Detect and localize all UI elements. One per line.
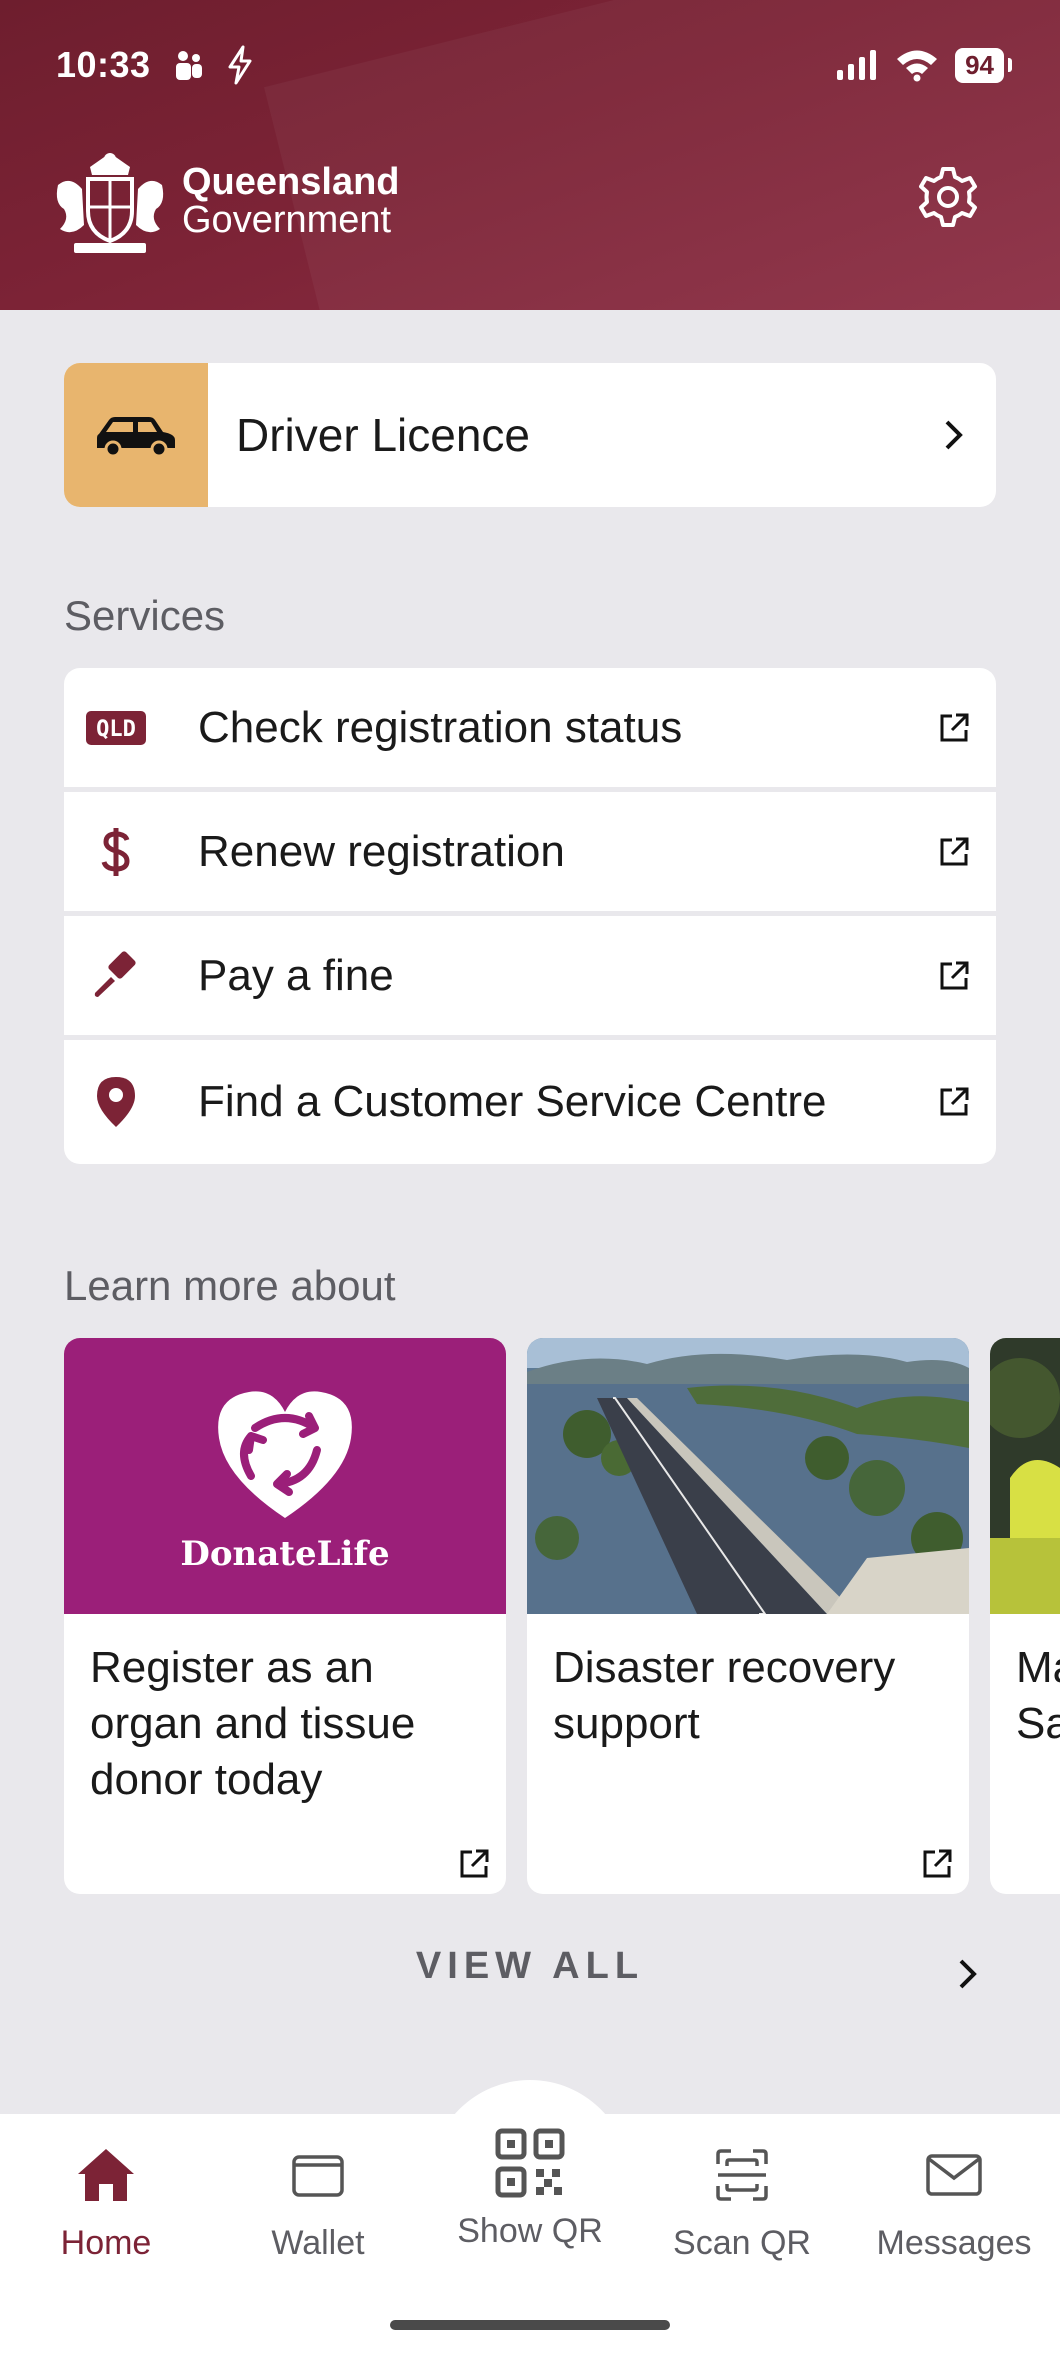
learn-more-heading: Learn more about bbox=[64, 1262, 396, 1309]
external-link-icon bbox=[923, 1849, 952, 1878]
licence-icon-tile bbox=[64, 363, 208, 507]
dollar-icon bbox=[101, 827, 130, 876]
service-check-registration[interactable]: QLD Check registration status bbox=[64, 668, 996, 792]
donatelife-heart-icon bbox=[218, 1391, 352, 1518]
logo-line2: Government bbox=[182, 199, 392, 241]
service-label: Check registration status bbox=[198, 702, 683, 752]
external-link-icon bbox=[940, 713, 969, 741]
nav-home[interactable]: Home bbox=[0, 2140, 212, 2263]
learn-card-label: Register as an organ and tissue donor to… bbox=[90, 1643, 416, 1804]
nav-label: Wallet bbox=[271, 2224, 365, 2262]
service-renew-registration[interactable]: Renew registration bbox=[64, 792, 996, 916]
donatelife-image: DonateLife bbox=[64, 1338, 506, 1614]
home-indicator[interactable] bbox=[390, 2320, 670, 2330]
svg-text:QLD: QLD bbox=[96, 717, 136, 742]
learn-card-label: Disaster recovery support bbox=[553, 1643, 896, 1748]
settings-gear-icon[interactable] bbox=[916, 165, 980, 229]
service-label: Pay a fine bbox=[198, 950, 394, 1000]
location-pin-icon bbox=[97, 1077, 135, 1127]
services-heading: Services bbox=[64, 592, 226, 639]
chevron-right-icon[interactable] bbox=[956, 1956, 980, 1992]
service-find-centre[interactable]: Find a Customer Service Centre bbox=[64, 1040, 996, 1164]
driver-licence-label: Driver Licence bbox=[236, 409, 530, 461]
motorcycle-police-image bbox=[990, 1338, 1060, 1614]
teams-notification-icon bbox=[175, 51, 202, 80]
battery-indicator: 94 bbox=[955, 47, 1012, 83]
chevron-right-icon bbox=[945, 420, 963, 450]
nav-label: Home bbox=[60, 2224, 152, 2262]
home-icon bbox=[78, 2149, 134, 2201]
external-link-icon bbox=[940, 961, 969, 989]
wallet-icon bbox=[292, 2155, 344, 2197]
learn-card-organ-donor[interactable]: DonateLife Register as an organ and tiss… bbox=[64, 1338, 506, 1894]
qld-government-logo: Queensland Government bbox=[50, 145, 400, 257]
nav-messages[interactable]: Messages bbox=[848, 2140, 1060, 2263]
nav-show-qr[interactable]: Show QR bbox=[424, 2128, 636, 2251]
qr-code-icon bbox=[495, 2128, 565, 2198]
scan-qr-icon bbox=[716, 2149, 768, 2201]
logo-line1: Queensland bbox=[182, 161, 400, 203]
status-time: 10:33 bbox=[56, 44, 151, 85]
learn-more-carousel[interactable]: DonateLife Register as an organ and tiss… bbox=[64, 1338, 1060, 1894]
nav-wallet[interactable]: Wallet bbox=[212, 2140, 424, 2263]
nav-label: Messages bbox=[876, 2224, 1032, 2262]
learn-card-label: Ma Sa bbox=[1016, 1643, 1060, 1748]
nav-scan-qr[interactable]: Scan QR bbox=[636, 2140, 848, 2263]
flash-icon bbox=[228, 45, 252, 85]
learn-card-disaster-recovery[interactable]: Disaster recovery support bbox=[527, 1338, 969, 1894]
nav-label: Show QR bbox=[457, 2212, 603, 2250]
qld-plate-icon: QLD bbox=[86, 710, 146, 745]
signal-icon bbox=[837, 50, 877, 80]
services-list: QLD Check registration status Renew regi… bbox=[64, 668, 996, 1164]
external-link-icon bbox=[460, 1849, 489, 1878]
wifi-icon bbox=[897, 50, 938, 82]
flooded-bridge-image bbox=[527, 1338, 969, 1614]
external-link-icon bbox=[940, 837, 969, 865]
coat-of-arms-icon bbox=[56, 153, 164, 253]
service-pay-fine[interactable]: Pay a fine bbox=[64, 916, 996, 1040]
car-icon bbox=[97, 417, 175, 458]
learn-card-partial[interactable]: Ma Sa bbox=[990, 1338, 1060, 1894]
mail-icon bbox=[926, 2154, 982, 2196]
service-label: Find a Customer Service Centre bbox=[198, 1077, 827, 1126]
driver-licence-card[interactable]: Driver Licence bbox=[64, 363, 996, 507]
view-all-button[interactable]: VIEW ALL bbox=[0, 1945, 1060, 1988]
external-link-icon bbox=[940, 1087, 969, 1116]
service-label: Renew registration bbox=[198, 826, 565, 876]
status-bar: 10:33 94 bbox=[56, 40, 1012, 90]
app-header: 10:33 94 Queensland Government bbox=[0, 0, 1060, 310]
donatelife-logo-text: DonateLife bbox=[180, 1534, 390, 1574]
nav-label: Scan QR bbox=[673, 2224, 811, 2262]
gavel-icon bbox=[94, 950, 136, 997]
